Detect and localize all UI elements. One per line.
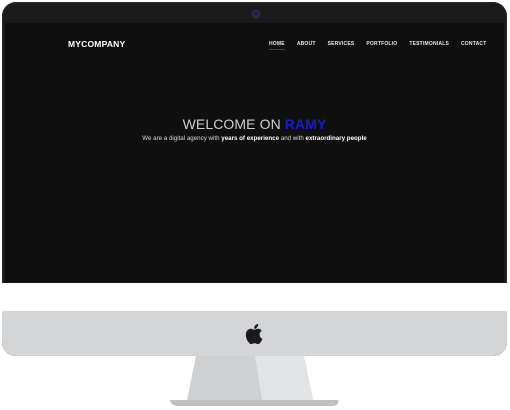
nav-services[interactable]: SERVICES [328, 41, 355, 47]
site-brand[interactable]: MYCOMPANY [68, 39, 125, 49]
hero-subtitle-part-1: We are a digital agency with [142, 135, 222, 142]
hero-subtitle: We are a digital agency with years of ex… [5, 135, 504, 142]
imac-monitor: MYCOMPANY HOME ABOUT SERVICES PORTFOLIO … [2, 2, 507, 356]
nav-home[interactable]: HOME [269, 41, 285, 50]
monitor-stand [170, 356, 339, 406]
monitor-chin-top [2, 283, 507, 311]
hero-subtitle-bold-2: extraordinary people [305, 135, 367, 142]
hero-subtitle-bold-1: years of experience [221, 135, 280, 142]
nav-portfolio[interactable]: PORTFOLIO [366, 41, 397, 47]
hero-subtitle-part-2: and with [279, 135, 306, 142]
hero-title-prefix: WELCOME ON [182, 116, 285, 132]
website-screen: MYCOMPANY HOME ABOUT SERVICES PORTFOLIO … [5, 23, 504, 282]
nav-about[interactable]: ABOUT [297, 41, 316, 47]
top-nav: HOME ABOUT SERVICES PORTFOLIO TESTIMONIA… [269, 41, 486, 50]
camera-icon [253, 11, 259, 17]
nav-testimonials[interactable]: TESTIMONIALS [409, 41, 449, 47]
hero-title-accent: RAMY [284, 116, 327, 132]
apple-logo-icon [245, 323, 263, 345]
hero-title: WELCOME ON RAMY [5, 116, 504, 132]
nav-contact[interactable]: CONTACT [461, 41, 486, 47]
